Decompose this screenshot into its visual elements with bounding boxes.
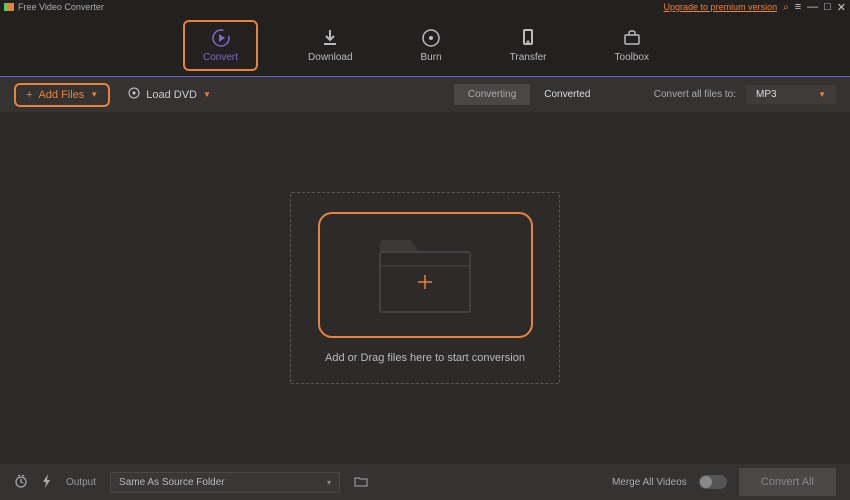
chevron-down-icon: ▼ — [818, 90, 826, 99]
menu-icon[interactable]: ≡ — [795, 1, 801, 14]
nav-transfer[interactable]: Transfer — [492, 22, 565, 69]
footer: Output Same As Source Folder ▾ Merge All… — [0, 464, 850, 500]
folder-add-box[interactable] — [318, 212, 533, 338]
load-dvd-label: Load DVD — [146, 89, 197, 101]
close-icon[interactable]: ✕ — [837, 1, 846, 14]
status-tabs: Converting Converted — [454, 84, 605, 105]
nav-convert[interactable]: Convert — [183, 20, 258, 71]
nav-label: Download — [308, 52, 352, 63]
titlebar: Free Video Converter Upgrade to premium … — [0, 0, 850, 14]
toolbar: + Add Files ▼ Load DVD ▼ Converting Conv… — [0, 76, 850, 112]
chevron-down-icon: ▼ — [90, 90, 98, 99]
transfer-icon — [518, 28, 538, 48]
output-value: Same As Source Folder — [119, 477, 225, 488]
lightning-icon[interactable] — [42, 474, 52, 491]
disc-icon — [128, 87, 140, 102]
nav-label: Burn — [421, 52, 442, 63]
add-files-label: Add Files — [38, 89, 84, 101]
load-dvd-button[interactable]: Load DVD ▼ — [128, 87, 211, 102]
minimize-icon[interactable]: — — [807, 1, 818, 14]
burn-icon — [421, 28, 441, 48]
chevron-down-icon: ▾ — [327, 478, 331, 487]
clock-icon[interactable] — [14, 474, 28, 491]
tab-converted[interactable]: Converted — [530, 84, 604, 105]
nav-burn[interactable]: Burn — [403, 22, 460, 69]
convert-all-button[interactable]: Convert All — [739, 468, 836, 496]
output-label: Output — [66, 477, 96, 488]
search-icon[interactable]: ⌕ — [783, 2, 789, 13]
app-title: Free Video Converter — [18, 2, 104, 12]
maximize-icon[interactable]: □ — [824, 1, 831, 14]
merge-toggle[interactable] — [699, 475, 727, 489]
convert-all-label: Convert all files to: — [654, 89, 736, 100]
toolbox-icon — [622, 28, 642, 48]
dropzone-text: Add or Drag files here to start conversi… — [325, 352, 525, 364]
tab-converting[interactable]: Converting — [454, 84, 530, 105]
format-value: MP3 — [756, 89, 777, 100]
download-icon — [320, 28, 340, 48]
upgrade-link[interactable]: Upgrade to premium version — [664, 2, 778, 12]
nav-label: Toolbox — [615, 52, 649, 63]
nav-label: Transfer — [510, 52, 547, 63]
open-folder-icon[interactable] — [354, 475, 368, 490]
folder-icon — [370, 230, 480, 320]
convert-icon — [211, 28, 231, 48]
top-nav: Convert Download Burn Transfer Toolbox — [0, 14, 850, 76]
nav-toolbox[interactable]: Toolbox — [597, 22, 667, 69]
add-files-button[interactable]: + Add Files ▼ — [14, 83, 110, 107]
dropzone[interactable]: Add or Drag files here to start conversi… — [290, 192, 560, 384]
app-logo-icon — [4, 3, 14, 11]
output-folder-select[interactable]: Same As Source Folder ▾ — [110, 472, 340, 493]
content-area: Add or Drag files here to start conversi… — [0, 112, 850, 464]
plus-icon: + — [26, 89, 32, 101]
merge-label: Merge All Videos — [612, 477, 687, 488]
nav-download[interactable]: Download — [290, 22, 370, 69]
format-select[interactable]: MP3 ▼ — [746, 85, 836, 104]
nav-label: Convert — [203, 52, 238, 63]
chevron-down-icon: ▼ — [203, 90, 211, 99]
